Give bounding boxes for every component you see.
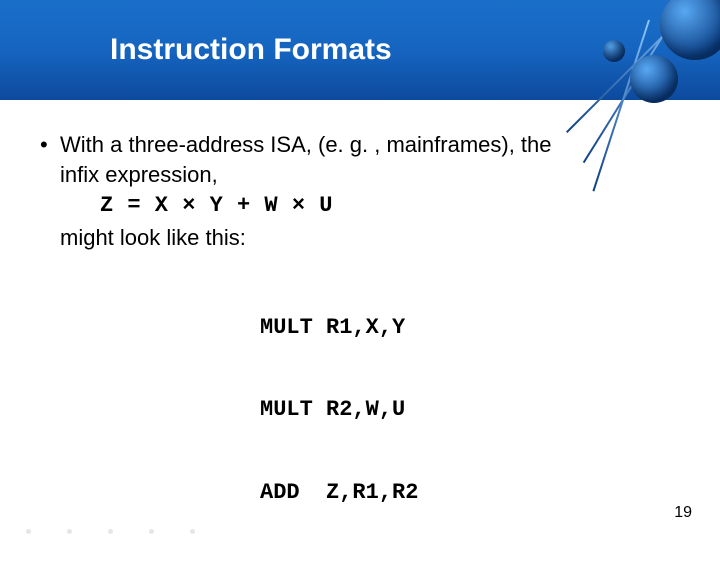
code-line-3: ADD Z,R1,R2 [260,479,680,507]
dot-icon [67,529,72,534]
dot-icon [26,529,31,534]
footer-dots [0,529,195,534]
slide-header: Instruction Formats [0,0,720,100]
bullet-marker: • [40,130,60,561]
dot-icon [190,529,195,534]
infix-expression: Z = X × Y + W × U [100,191,680,221]
dot-icon [149,529,154,534]
bullet-line-1: With a three-address ISA, (e. g. , mainf… [60,130,680,160]
bullet-item: • With a three-address ISA, (e. g. , mai… [40,130,680,561]
page-number: 19 [674,504,692,522]
slide-title: Instruction Formats [110,33,392,67]
dot-icon [108,529,113,534]
code-line-2: MULT R2,W,U [260,396,680,424]
bullet-line-2: infix expression, [60,160,680,190]
slide-body: • With a three-address ISA, (e. g. , mai… [0,100,720,561]
bullet-text: With a three-address ISA, (e. g. , mainf… [60,130,680,561]
code-line-1: MULT R1,X,Y [260,314,680,342]
bullet-line-3: might look like this: [60,223,680,253]
assembly-code: MULT R1,X,Y MULT R2,W,U ADD Z,R1,R2 [260,259,680,561]
